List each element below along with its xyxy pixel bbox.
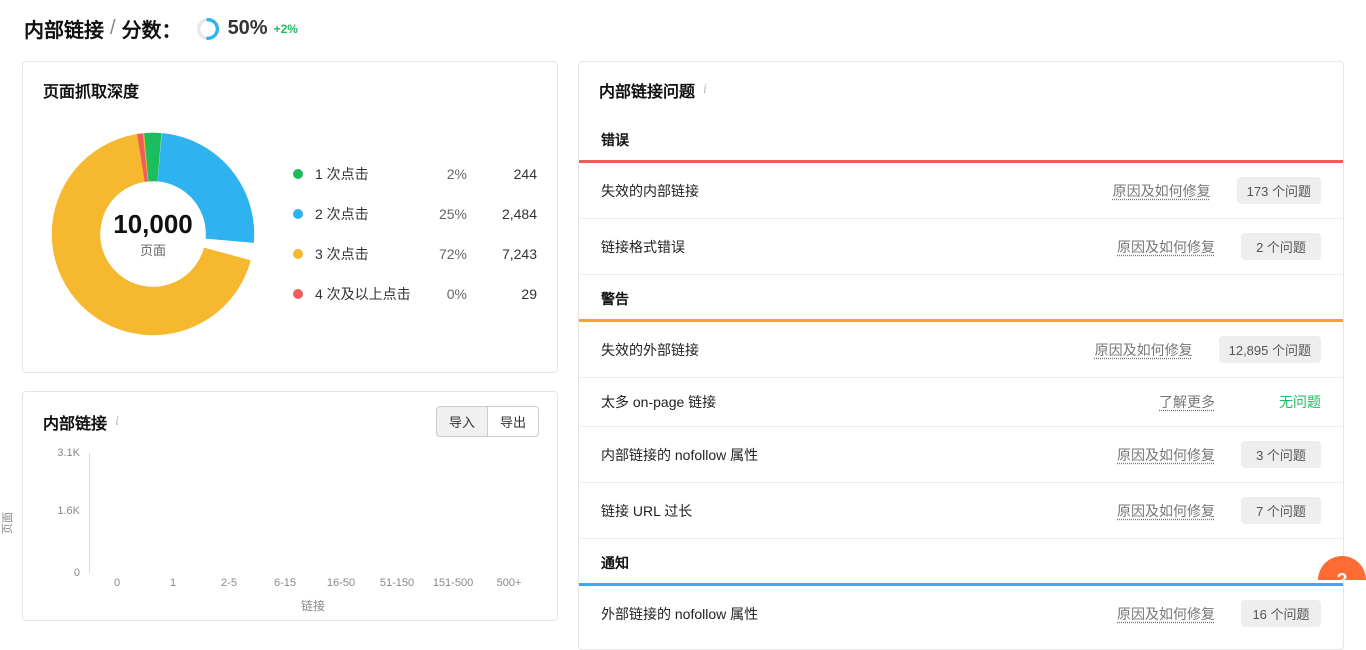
legend-row[interactable]: 4 次及以上点击 0% 29 — [293, 274, 537, 314]
y-tick: 3.1K — [57, 447, 80, 459]
legend-label: 1 次点击 — [315, 164, 417, 184]
x-axis-label: 链接 — [89, 597, 537, 614]
issue-row: 太多 on-page 链接 了解更多 无问题 — [579, 378, 1343, 427]
info-icon[interactable]: i — [703, 82, 707, 98]
internal-links-card: 内部链接 i 导入 导出 页面 3.1K 1.6K 0 — [22, 391, 558, 621]
issue-name[interactable]: 失效的外部链接 — [601, 340, 1095, 360]
import-export-group: 导入 导出 — [436, 406, 539, 437]
score-ring-icon — [196, 17, 220, 41]
x-tick: 2-5 — [201, 573, 257, 589]
crawl-depth-donut-chart[interactable]: 10,000 页面 — [43, 124, 263, 344]
internal-links-title: 内部链接 — [43, 410, 107, 434]
issue-row: 内部链接的 nofollow 属性 原因及如何修复 3 个问题 — [579, 427, 1343, 483]
score-label: 分数： — [122, 14, 182, 43]
legend-val: 7,243 — [467, 246, 537, 262]
how-to-fix-link[interactable]: 原因及如何修复 — [1117, 604, 1215, 624]
score-delta: +2% — [274, 22, 298, 36]
issue-row: 失效的内部链接 原因及如何修复 173 个问题 — [579, 163, 1343, 219]
legend-dot-icon — [293, 289, 303, 299]
issue-row: 链接 URL 过长 原因及如何修复 7 个问题 — [579, 483, 1343, 539]
legend-row[interactable]: 3 次点击 72% 7,243 — [293, 234, 537, 274]
internal-links-bar-chart[interactable]: 3.1K 1.6K 0 — [89, 453, 537, 573]
issue-name[interactable]: 链接格式错误 — [601, 237, 1117, 257]
how-to-fix-link[interactable]: 原因及如何修复 — [1095, 340, 1193, 360]
donut-total-label: 页面 — [140, 240, 166, 259]
issues-section-errors: 错误 — [579, 116, 1343, 160]
x-tick: 0 — [89, 573, 145, 589]
legend-val: 29 — [467, 286, 537, 302]
issue-name[interactable]: 内部链接的 nofollow 属性 — [601, 445, 1117, 465]
x-tick: 1 — [145, 573, 201, 589]
issue-count-badge[interactable]: 16 个问题 — [1241, 600, 1321, 627]
import-button[interactable]: 导入 — [436, 406, 488, 437]
issue-name[interactable]: 链接 URL 过长 — [601, 501, 1117, 521]
how-to-fix-link[interactable]: 原因及如何修复 — [1113, 181, 1211, 201]
issue-row: 失效的外部链接 原因及如何修复 12,895 个问题 — [579, 322, 1343, 378]
legend-val: 244 — [467, 166, 537, 182]
issues-card: 内部链接问题 i 错误 失效的内部链接 原因及如何修复 173 个问题 链接格式… — [578, 61, 1344, 650]
legend-label: 3 次点击 — [315, 244, 417, 264]
legend-pct: 25% — [417, 206, 467, 222]
no-problem-label: 无问题 — [1241, 392, 1321, 412]
legend-val: 2,484 — [467, 206, 537, 222]
legend-dot-icon — [293, 209, 303, 219]
issue-name[interactable]: 失效的内部链接 — [601, 181, 1113, 201]
crawl-depth-title: 页面抓取深度 — [43, 78, 139, 102]
issue-count-badge[interactable]: 7 个问题 — [1241, 497, 1321, 524]
export-button[interactable]: 导出 — [488, 406, 539, 437]
how-to-fix-link[interactable]: 原因及如何修复 — [1117, 237, 1215, 257]
issue-row: 链接格式错误 原因及如何修复 2 个问题 — [579, 219, 1343, 275]
how-to-fix-link[interactable]: 原因及如何修复 — [1117, 501, 1215, 521]
x-tick: 500+ — [481, 573, 537, 589]
x-tick: 51-150 — [369, 573, 425, 589]
legend-dot-icon — [293, 249, 303, 259]
separator: / — [110, 17, 116, 40]
legend-row[interactable]: 2 次点击 25% 2,484 — [293, 194, 537, 234]
issue-name[interactable]: 外部链接的 nofollow 属性 — [601, 604, 1117, 624]
legend-dot-icon — [293, 169, 303, 179]
info-icon[interactable]: i — [115, 414, 119, 430]
issue-count-badge[interactable]: 12,895 个问题 — [1219, 336, 1321, 363]
page-title: 内部链接 — [24, 14, 104, 43]
how-to-fix-link[interactable]: 原因及如何修复 — [1117, 445, 1215, 465]
legend-label: 4 次及以上点击 — [315, 284, 417, 304]
issue-count-badge[interactable]: 3 个问题 — [1241, 441, 1321, 468]
crawl-depth-card: 页面抓取深度 10,000 页面 — [22, 61, 558, 373]
x-tick: 16-50 — [313, 573, 369, 589]
issue-count-badge[interactable]: 2 个问题 — [1241, 233, 1321, 260]
issue-name[interactable]: 太多 on-page 链接 — [601, 392, 1159, 412]
issue-row: 外部链接的 nofollow 属性 原因及如何修复 16 个问题 — [579, 586, 1343, 641]
legend-row[interactable]: 1 次点击 2% 244 — [293, 154, 537, 194]
issues-title: 内部链接问题 — [599, 78, 695, 102]
y-tick: 1.6K — [57, 505, 80, 517]
legend-pct: 72% — [417, 246, 467, 262]
x-tick: 151-500 — [425, 573, 481, 589]
score-value: 50% — [228, 17, 268, 40]
x-tick: 6-15 — [257, 573, 313, 589]
issues-section-warnings: 警告 — [579, 275, 1343, 319]
legend-label: 2 次点击 — [315, 204, 417, 224]
y-tick: 0 — [74, 567, 80, 579]
donut-legend: 1 次点击 2% 244 2 次点击 25% 2,484 3 次点击 72% — [293, 154, 537, 314]
issues-section-notices: 通知 — [579, 539, 1343, 583]
donut-total-value: 10,000 — [113, 209, 193, 240]
learn-more-link[interactable]: 了解更多 — [1159, 392, 1215, 412]
issue-count-badge[interactable]: 173 个问题 — [1237, 177, 1321, 204]
legend-pct: 2% — [417, 166, 467, 182]
y-axis-label: 页面 — [0, 512, 15, 534]
legend-pct: 0% — [417, 286, 467, 302]
